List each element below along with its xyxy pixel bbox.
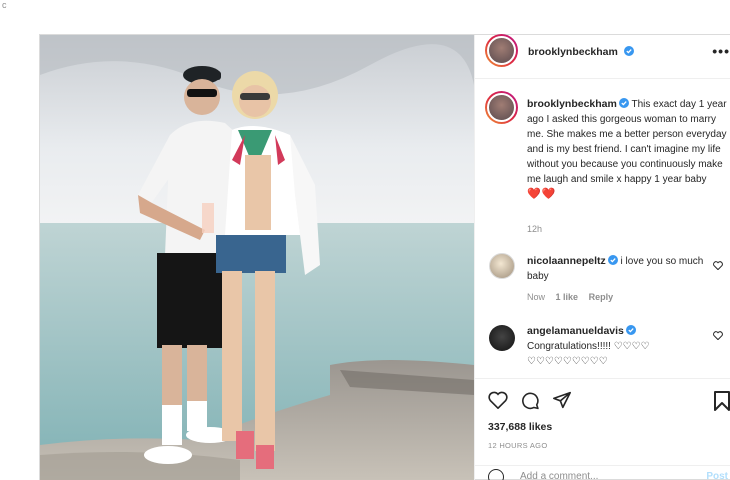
caption-time[interactable]: 12h — [527, 224, 542, 234]
caption: brooklynbeckham This exact day 1 year ag… — [527, 97, 730, 202]
post-side-panel: brooklynbeckham ••• brooklynbeckham This… — [474, 34, 730, 480]
instagram-post: brooklynbeckham ••• brooklynbeckham This… — [39, 34, 730, 480]
caption-avatar[interactable] — [485, 91, 518, 124]
emoji-icon[interactable] — [488, 469, 504, 480]
comment-text: Congratulations!!!!! ♡♡♡♡ ♡♡♡♡♡♡♡♡♡ — [527, 341, 650, 367]
comment-meta: Now 1 like Reply — [527, 290, 712, 305]
add-comment-bar: Add a comment... Post — [475, 465, 730, 480]
verified-badge-icon — [625, 325, 636, 335]
post-actions: 337,688 likes 12 HOURS AGO Add a comment… — [475, 378, 730, 480]
caption-text: This exact day 1 year ago I asked this g… — [527, 99, 727, 185]
likes-count[interactable]: 337,688 likes — [488, 421, 552, 433]
comment-reply-button[interactable]: Reply — [589, 292, 614, 302]
add-comment-input[interactable]: Add a comment... — [520, 471, 598, 480]
header-author: brooklynbeckham — [528, 42, 635, 60]
comment-likes[interactable]: 1 like — [556, 292, 579, 302]
comment-username[interactable]: nicolaannepeltz — [527, 255, 606, 267]
post-photo-illustration — [40, 35, 474, 480]
comment-item: angelamanueldavis Congratulations!!!!! ♡… — [527, 324, 712, 369]
header-username[interactable]: brooklynbeckham — [528, 46, 618, 58]
heart-icon[interactable] — [488, 391, 508, 409]
post-comment-button[interactable]: Post — [706, 471, 728, 480]
post-photo[interactable] — [40, 35, 474, 480]
more-options-icon[interactable]: ••• — [712, 43, 730, 59]
comment-like-heart-icon[interactable] — [713, 261, 723, 270]
commenter-avatar[interactable] — [489, 325, 515, 351]
verified-badge-icon — [607, 255, 618, 265]
author-avatar[interactable] — [485, 34, 518, 67]
comment-time: Now — [527, 292, 546, 302]
share-icon[interactable] — [552, 391, 572, 409]
post-timestamp: 12 HOURS AGO — [488, 441, 548, 450]
commenter-avatar[interactable] — [489, 253, 515, 279]
caption-username[interactable]: brooklynbeckham — [527, 98, 617, 110]
comment-like-heart-icon[interactable] — [713, 331, 723, 340]
comment-item: nicolaannepeltz i love you so much baby … — [527, 254, 712, 305]
stray-mark: c — [2, 0, 7, 10]
bookmark-icon[interactable] — [714, 391, 730, 411]
comment-username[interactable]: angelamanueldavis — [527, 325, 624, 337]
post-header: brooklynbeckham ••• — [475, 34, 730, 79]
verified-badge-icon — [618, 98, 629, 108]
verified-badge-icon — [624, 46, 635, 56]
comment-icon[interactable] — [520, 391, 540, 410]
caption-hearts: ❤️❤️ — [527, 188, 557, 200]
